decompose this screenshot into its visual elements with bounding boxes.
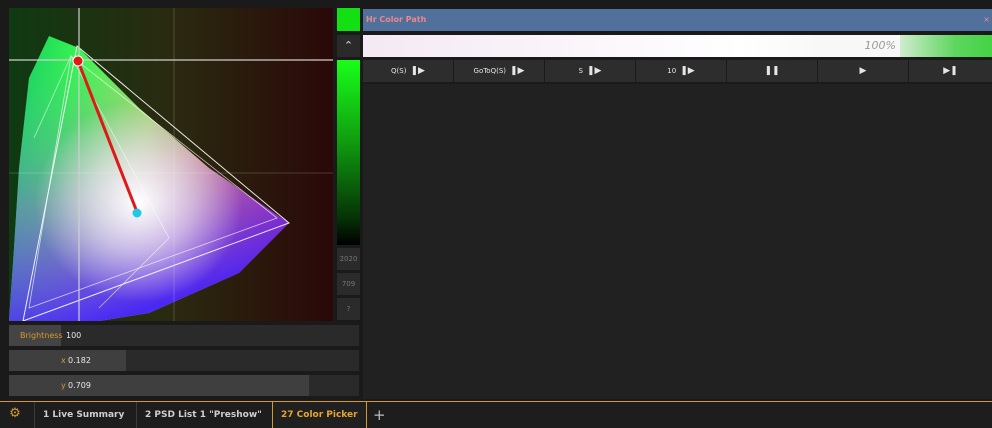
x-label: x: [61, 356, 66, 365]
add-tab-icon[interactable]: +: [373, 402, 386, 428]
gamut-2020-button[interactable]: 2020: [337, 248, 360, 270]
color-path-title-bar: Hr Color Path ×: [363, 9, 992, 31]
gamut-709-button[interactable]: 709: [337, 273, 360, 295]
play-step-icon: ❚▶: [410, 66, 425, 76]
play-step-icon: ❚▶: [510, 66, 525, 76]
color-path-progress[interactable]: 100%: [363, 35, 992, 57]
gear-icon[interactable]: ⚙: [8, 407, 22, 421]
q-s-button[interactable]: Q(S) ❚▶: [363, 60, 454, 82]
color-path-content-area: [363, 84, 992, 399]
gamut-help-button[interactable]: ?: [337, 298, 360, 320]
brightness-label: Brightness: [20, 331, 63, 340]
cie-color-picker[interactable]: [9, 8, 333, 321]
brightness-value: 100: [66, 331, 82, 340]
workspace-tab-bar: ⚙ 1 Live Summary 2 PSD List 1 "Preshow" …: [0, 401, 992, 428]
chevron-up-icon: ⌃: [343, 39, 354, 52]
play-icon: ▶: [859, 66, 867, 76]
y-label: y: [61, 381, 66, 390]
y-coordinate-slider[interactable]: y 0.709: [9, 375, 359, 396]
skip-icon: ▶❚: [943, 66, 958, 76]
x-coordinate-slider[interactable]: x 0.182: [9, 350, 359, 371]
play-button[interactable]: ▶: [818, 60, 909, 82]
color-path-title: Hr Color Path: [366, 15, 427, 24]
pause-button[interactable]: ❚❚: [727, 60, 818, 82]
close-icon[interactable]: ×: [983, 9, 990, 31]
ten-button[interactable]: 10 ❚▶: [636, 60, 727, 82]
play-step-icon: ❚▶: [586, 66, 602, 76]
tab-live-summary[interactable]: 1 Live Summary: [34, 402, 132, 428]
brightness-slider[interactable]: Brightness 100: [9, 325, 359, 346]
scroll-up-button[interactable]: ⌃: [337, 35, 360, 57]
selected-color-point[interactable]: [72, 55, 84, 67]
skip-button[interactable]: ▶❚: [909, 60, 992, 82]
playback-button-row: Q(S) ❚▶ GoToQ(S) ❚▶ S ❚▶ 10 ❚▶ ❚❚ ▶ ▶❚: [363, 60, 992, 82]
goto-q-s-button[interactable]: GoToQ(S) ❚▶: [454, 60, 545, 82]
y-value: 0.709: [68, 381, 91, 390]
s-button[interactable]: S ❚▶: [545, 60, 636, 82]
x-value: 0.182: [68, 356, 91, 365]
white-point-marker[interactable]: [132, 208, 142, 218]
tab-color-picker[interactable]: 27 Color Picker: [272, 402, 367, 428]
play-step-icon: ❚▶: [680, 66, 695, 76]
tab-psd-list[interactable]: 2 PSD List 1 "Preshow": [136, 402, 270, 428]
brightness-gradient-bar[interactable]: [337, 60, 360, 245]
selected-color-swatch: [337, 8, 360, 31]
pause-icon: ❚❚: [764, 66, 780, 76]
progress-percent: 100%: [864, 39, 896, 52]
